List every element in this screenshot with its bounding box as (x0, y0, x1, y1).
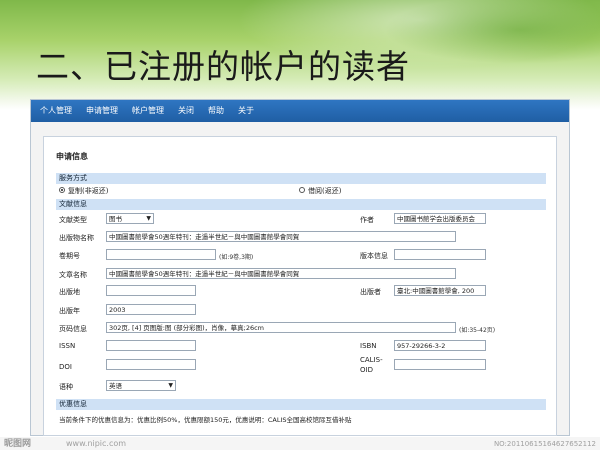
slide-title: 二、已注册的帐户的读者 (36, 47, 410, 86)
year-label: 出版年 (59, 307, 80, 315)
article-title-label: 文章名称 (59, 271, 87, 279)
chevron-down-icon: ▼ (168, 382, 173, 389)
chevron-down-icon: ▼ (146, 215, 151, 222)
isbn-field[interactable]: 957-29266-3-2 (394, 340, 486, 351)
calis-oid-label: OID (360, 366, 373, 374)
doc-type-label: 文献类型 (59, 216, 87, 224)
author-field[interactable]: 中國圖书館学会出版委员会 (394, 213, 486, 224)
offer-text: 当前条件下的优惠信息为：优惠比例50%，优惠限额150元，优惠说明：CALIS全… (59, 416, 352, 424)
edition-field[interactable] (394, 249, 486, 260)
request-form-panel: 申请信息 服务方式 复制(非返还) 借阅(返还) 文献信息 文献类型 图书 ▼ … (43, 136, 557, 436)
issn-label: ISSN (59, 342, 76, 350)
menu-bar: 个人管理 申请管理 帐户管理 关闭 帮助 关于 (31, 100, 569, 122)
pages-hint: (如:35-42页) (459, 327, 496, 334)
app-window: 个人管理 申请管理 帐户管理 关闭 帮助 关于 申请信息 服务方式 复制(非返还… (30, 99, 570, 436)
offer-section-header: 优惠信息 (56, 399, 546, 410)
doc-type-select[interactable]: 图书 ▼ (106, 213, 154, 224)
issn-field[interactable] (106, 340, 196, 351)
radio-loan[interactable] (299, 187, 305, 193)
calis-oid-field[interactable] (394, 359, 486, 370)
doc-type-value: 图书 (109, 215, 122, 223)
menu-item-help[interactable]: 帮助 (201, 100, 231, 122)
pages-field[interactable]: 302页, [4] 页图版:图 (部分彩图)，肖像，摹真;26cm (106, 322, 456, 333)
menu-item-about[interactable]: 关于 (231, 100, 261, 122)
volume-hint: (如:9卷,3期) (219, 254, 254, 261)
language-value: 英语 (109, 382, 122, 390)
publisher-field[interactable]: 臺北:中國圖書館學會, 200 (394, 285, 486, 296)
author-label: 作者 (360, 216, 374, 224)
watermark-logo: 昵图网 (4, 439, 32, 449)
publisher-label: 出版者 (360, 288, 381, 296)
menu-item-personal[interactable]: 个人管理 (33, 100, 79, 122)
year-field[interactable]: 2003 (106, 304, 196, 315)
language-label: 语种 (59, 383, 73, 391)
radio-copy-label: 复制(非返还) (68, 187, 109, 195)
watermark-id: NO:20110615164627652112 (493, 440, 596, 448)
language-select[interactable]: 英语 ▼ (106, 380, 176, 391)
pub-name-label: 出版物名称 (59, 234, 94, 242)
watermark-url: www.nipic.com (66, 439, 127, 448)
isbn-label: ISBN (360, 342, 377, 350)
menu-item-close[interactable]: 关闭 (171, 100, 201, 122)
menu-item-requests[interactable]: 申请管理 (79, 100, 125, 122)
volume-label: 卷期号 (59, 252, 80, 260)
panel-title: 申请信息 (56, 152, 88, 161)
doi-label: DOI (59, 363, 72, 371)
menu-item-account[interactable]: 帐户管理 (125, 100, 171, 122)
edition-label: 版本信息 (360, 252, 388, 260)
pages-label: 页码信息 (59, 325, 87, 333)
service-section-header: 服务方式 (56, 173, 546, 184)
radio-copy[interactable] (59, 187, 65, 193)
place-label: 出版地 (59, 288, 80, 296)
calis-label: CALIS- (360, 356, 383, 364)
article-title-field[interactable]: 中國圖書館學會50週年特刊：走過半世紀－與中國圖書館學會同賀 (106, 268, 456, 279)
volume-field[interactable] (106, 249, 216, 260)
doc-section-header: 文献信息 (56, 199, 546, 210)
radio-loan-label: 借阅(返还) (308, 187, 342, 195)
pub-name-field[interactable]: 中國圖書館學會50週年特刊：走過半世紀－與中國圖書館學會同賀 (106, 231, 456, 242)
place-field[interactable] (106, 285, 196, 296)
doi-field[interactable] (106, 359, 196, 370)
